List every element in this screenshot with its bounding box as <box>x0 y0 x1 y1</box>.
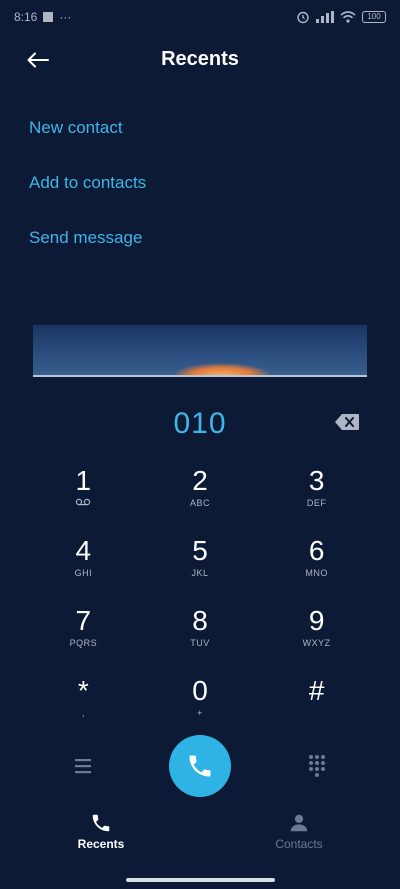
page-title: Recents <box>161 47 239 70</box>
keypad: 1 2 ABC 3 DEF 4 GHI 5 JKL 6 MNO 7 PQRS 8… <box>25 460 375 740</box>
backspace-icon <box>335 414 359 430</box>
key-digit: # <box>308 675 325 706</box>
key-letters: GHI <box>74 568 93 578</box>
home-indicator[interactable] <box>126 878 275 882</box>
banner-horizon <box>33 375 367 377</box>
key-2[interactable]: 2 ABC <box>142 460 259 530</box>
bottom-nav: Recents Contacts <box>0 812 400 862</box>
key-8[interactable]: 8 TUV <box>142 600 259 670</box>
key-letters: PQRS <box>69 638 98 648</box>
key-letters: DEF <box>306 498 327 508</box>
alarm-icon <box>297 11 309 24</box>
dialer-actions <box>0 735 400 797</box>
key-digit: 7 <box>75 605 92 636</box>
key-digit: 8 <box>192 605 208 636</box>
send-message-link[interactable]: Send message <box>29 218 146 273</box>
header: Recents <box>0 36 400 82</box>
key-digit: 0 <box>192 675 208 706</box>
key-digit: 3 <box>308 465 325 496</box>
key-letters: + <box>197 708 203 718</box>
add-to-contacts-link[interactable]: Add to contacts <box>29 163 146 218</box>
key-digit: 4 <box>75 535 92 566</box>
key-digit: 5 <box>192 535 208 566</box>
menu-icon <box>75 759 91 774</box>
key-digit: * <box>77 675 89 706</box>
key-4[interactable]: 4 GHI <box>25 530 142 600</box>
tab-recents[interactable]: Recents <box>41 812 161 851</box>
wifi-icon <box>340 11 356 23</box>
back-button[interactable] <box>22 44 54 76</box>
key-letters: TUV <box>190 638 210 648</box>
key-5[interactable]: 5 JKL <box>142 530 259 600</box>
key-letters: MNO <box>305 568 328 578</box>
status-left: 8:16 ··· <box>14 10 71 24</box>
status-time: 8:16 <box>14 10 38 24</box>
phone-icon <box>189 755 211 777</box>
key-letters: WXYZ <box>302 638 331 648</box>
key-7[interactable]: 7 PQRS <box>25 600 142 670</box>
arrow-left-icon <box>27 52 49 68</box>
signal-icon <box>316 11 334 23</box>
key-hash[interactable]: # <box>258 670 375 740</box>
key-6[interactable]: 6 MNO <box>258 530 375 600</box>
key-digit: 2 <box>192 465 208 496</box>
key-star[interactable]: * , <box>25 670 142 740</box>
status-right: 100 <box>296 10 386 24</box>
backspace-button[interactable] <box>334 412 360 432</box>
tab-contacts[interactable]: Contacts <box>239 812 359 851</box>
battery-icon: 100 <box>362 11 386 23</box>
key-letters: ABC <box>189 498 210 508</box>
key-1[interactable]: 1 <box>25 460 142 530</box>
voicemail-icon <box>76 498 91 506</box>
new-contact-link[interactable]: New contact <box>29 108 146 163</box>
key-digit: 1 <box>75 465 92 496</box>
key-digit: 6 <box>308 535 325 566</box>
status-bar: 8:16 ··· 100 <box>0 0 400 34</box>
person-icon <box>290 814 308 832</box>
call-button[interactable] <box>169 735 231 797</box>
banner-image <box>33 325 367 377</box>
key-9[interactable]: 9 WXYZ <box>258 600 375 670</box>
notification-icon <box>43 12 54 22</box>
key-letters: , <box>81 708 85 718</box>
menu-button[interactable] <box>70 754 96 778</box>
dialed-number: 010 <box>173 407 227 440</box>
tab-label: Recents <box>77 837 125 851</box>
phone-icon <box>92 814 110 832</box>
dialpad-toggle-button[interactable] <box>304 752 330 780</box>
key-digit: 9 <box>308 605 325 636</box>
status-more-dots: ··· <box>59 10 72 24</box>
key-0[interactable]: 0 + <box>142 670 259 740</box>
tab-label: Contacts <box>275 837 323 851</box>
key-letters: JKL <box>191 568 209 578</box>
action-list: New contact Add to contacts Send message <box>29 108 146 273</box>
key-3[interactable]: 3 DEF <box>258 460 375 530</box>
number-display-row: 010 <box>0 398 400 450</box>
dialpad-icon <box>309 755 325 777</box>
